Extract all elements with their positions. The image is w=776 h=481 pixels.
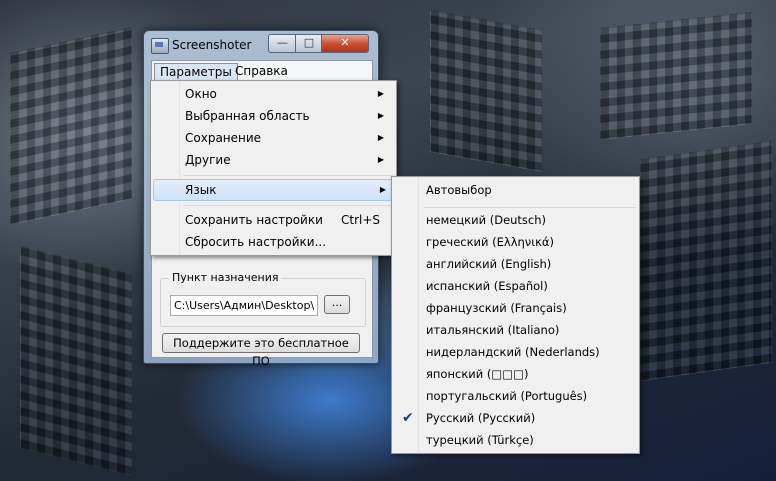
menu-item-saving[interactable]: Сохранение ▶ <box>153 127 392 149</box>
language-label: португальский (Português) <box>426 389 588 403</box>
submenu-arrow-icon: ▶ <box>379 185 386 194</box>
menu-parameters[interactable]: Параметры <box>154 63 238 81</box>
background-cubes <box>640 140 772 382</box>
destination-group: Пункт назначения C:\Users\Админ\Desktop\… <box>160 271 366 327</box>
menu-item-label: Окно <box>185 87 217 101</box>
language-label: немецкий (Deutsch) <box>426 213 547 227</box>
language-item-russian[interactable]: ✔ Русский (Русский) <box>394 407 635 429</box>
destination-label: Пункт назначения <box>169 271 282 284</box>
parameters-menu: Окно ▶ Выбранная область ▶ Сохранение ▶ … <box>150 80 397 256</box>
submenu-arrow-icon: ▶ <box>377 111 384 120</box>
menu-item-label: Сохранение <box>185 131 262 145</box>
language-submenu: Автовыбор немецкий (Deutsch) греческий (… <box>391 176 640 454</box>
language-item-turkish[interactable]: турецкий (Türkçe) <box>394 429 635 451</box>
menu-separator <box>183 175 393 176</box>
background-cubes <box>430 10 542 172</box>
menu-item-shortcut: Ctrl+S <box>341 213 381 227</box>
menu-item-label: Выбранная область <box>185 109 310 123</box>
maximize-button[interactable]: □ <box>295 34 323 53</box>
menu-item-reset-settings[interactable]: Сбросить настройки... <box>153 231 392 253</box>
menu-item-language[interactable]: Язык ▶ <box>153 179 394 201</box>
language-item-japanese[interactable]: японский (□□□) <box>394 363 635 385</box>
language-label: японский (□□□) <box>426 367 529 381</box>
language-label: турецкий (Türkçe) <box>426 433 534 447</box>
menu-item-save-settings[interactable]: Сохранить настройки Ctrl+S <box>153 209 392 231</box>
menu-item-label: Язык <box>185 183 217 197</box>
support-button[interactable]: Поддержите это бесплатное ПО <box>162 333 360 368</box>
background-cubes <box>10 27 132 225</box>
menu-help[interactable]: Справка <box>230 63 293 79</box>
submenu-arrow-icon: ▶ <box>377 155 384 164</box>
submenu-arrow-icon: ▶ <box>377 89 384 98</box>
language-label: греческий (Ελληνικά) <box>426 235 554 249</box>
menu-bar: Параметры Справка <box>152 61 372 82</box>
menu-separator <box>183 205 393 206</box>
destination-path-field[interactable]: C:\Users\Админ\Desktop\ <box>170 295 318 316</box>
language-label: итальянский (Italiano) <box>426 323 560 337</box>
menu-item-selected-area[interactable]: Выбранная область ▶ <box>153 105 392 127</box>
menu-separator <box>424 207 636 208</box>
language-label: Русский (Русский) <box>426 411 536 425</box>
submenu-arrow-icon: ▶ <box>377 133 384 142</box>
language-item-dutch[interactable]: нидерландский (Nederlands) <box>394 341 635 363</box>
title-bar[interactable]: Screenshoter — □ ✕ <box>144 31 378 59</box>
menu-item-other[interactable]: Другие ▶ <box>153 149 392 171</box>
browse-button[interactable]: ... <box>324 295 350 314</box>
language-label: испанский (Español) <box>426 279 548 293</box>
language-label: французский (Français) <box>426 301 567 315</box>
language-item-german[interactable]: немецкий (Deutsch) <box>394 209 635 231</box>
language-item-auto[interactable]: Автовыбор <box>394 179 635 201</box>
language-label: Автовыбор <box>426 183 492 197</box>
language-item-portuguese[interactable]: португальский (Português) <box>394 385 635 407</box>
language-item-greek[interactable]: греческий (Ελληνικά) <box>394 231 635 253</box>
app-icon <box>151 38 169 54</box>
close-button[interactable]: ✕ <box>321 34 369 53</box>
minimize-button[interactable]: — <box>268 34 297 53</box>
language-label: нидерландский (Nederlands) <box>426 345 600 359</box>
background-cubes <box>600 12 752 140</box>
language-item-spanish[interactable]: испанский (Español) <box>394 275 635 297</box>
menu-item-label: Сбросить настройки... <box>185 235 327 249</box>
language-label: английский (English) <box>426 257 552 271</box>
language-item-french[interactable]: французский (Français) <box>394 297 635 319</box>
language-item-english[interactable]: английский (English) <box>394 253 635 275</box>
checkmark-icon: ✔ <box>402 410 414 426</box>
window-title: Screenshoter <box>172 38 252 52</box>
menu-item-window[interactable]: Окно ▶ <box>153 83 392 105</box>
background-cubes <box>20 246 132 476</box>
language-item-italian[interactable]: итальянский (Italiano) <box>394 319 635 341</box>
menu-item-label: Сохранить настройки <box>185 213 323 227</box>
menu-item-label: Другие <box>185 153 231 167</box>
